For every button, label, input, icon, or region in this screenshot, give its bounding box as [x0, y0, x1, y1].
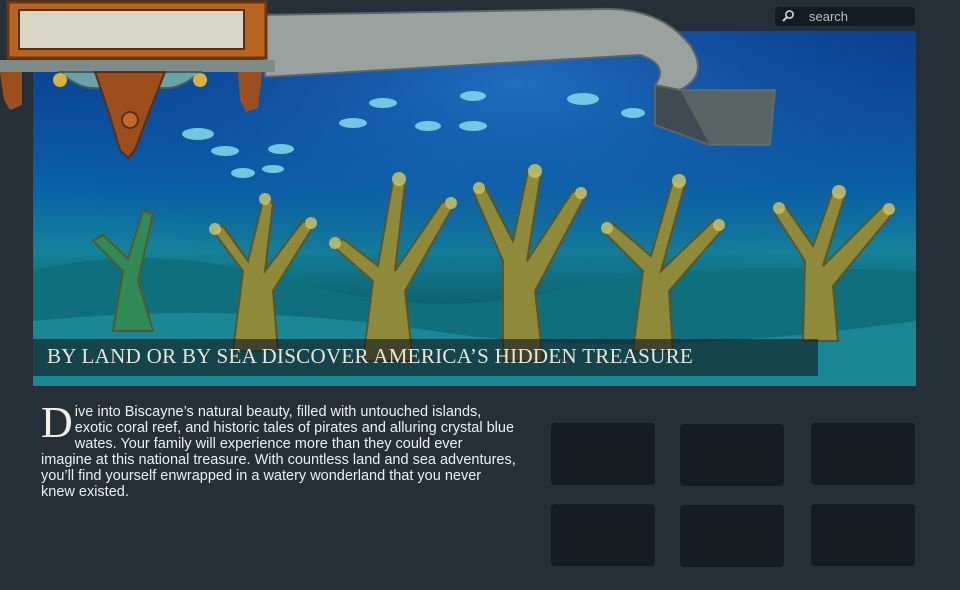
- hero-tagline: BY LAND OR BY SEA DISCOVER AMERICA’S HID…: [47, 344, 694, 368]
- content-tile[interactable]: [811, 423, 915, 485]
- scroll-banner-decoration: [258, 7, 777, 146]
- content-tile[interactable]: [551, 423, 655, 485]
- intro-paragraph: Dive into Biscayne’s natural beauty, fil…: [41, 398, 516, 501]
- content-tile[interactable]: [811, 504, 915, 566]
- search-box[interactable]: [775, 7, 919, 26]
- intro-text: ive into Biscayne’s natural beauty, fill…: [41, 404, 516, 500]
- title-plaque: [18, 9, 245, 50]
- content-tile[interactable]: [680, 424, 784, 486]
- search-input[interactable]: [801, 7, 919, 26]
- content-tile[interactable]: [680, 505, 784, 567]
- search-icon[interactable]: [781, 9, 795, 23]
- drop-cap: D: [41, 398, 73, 447]
- content-tile[interactable]: [551, 504, 655, 566]
